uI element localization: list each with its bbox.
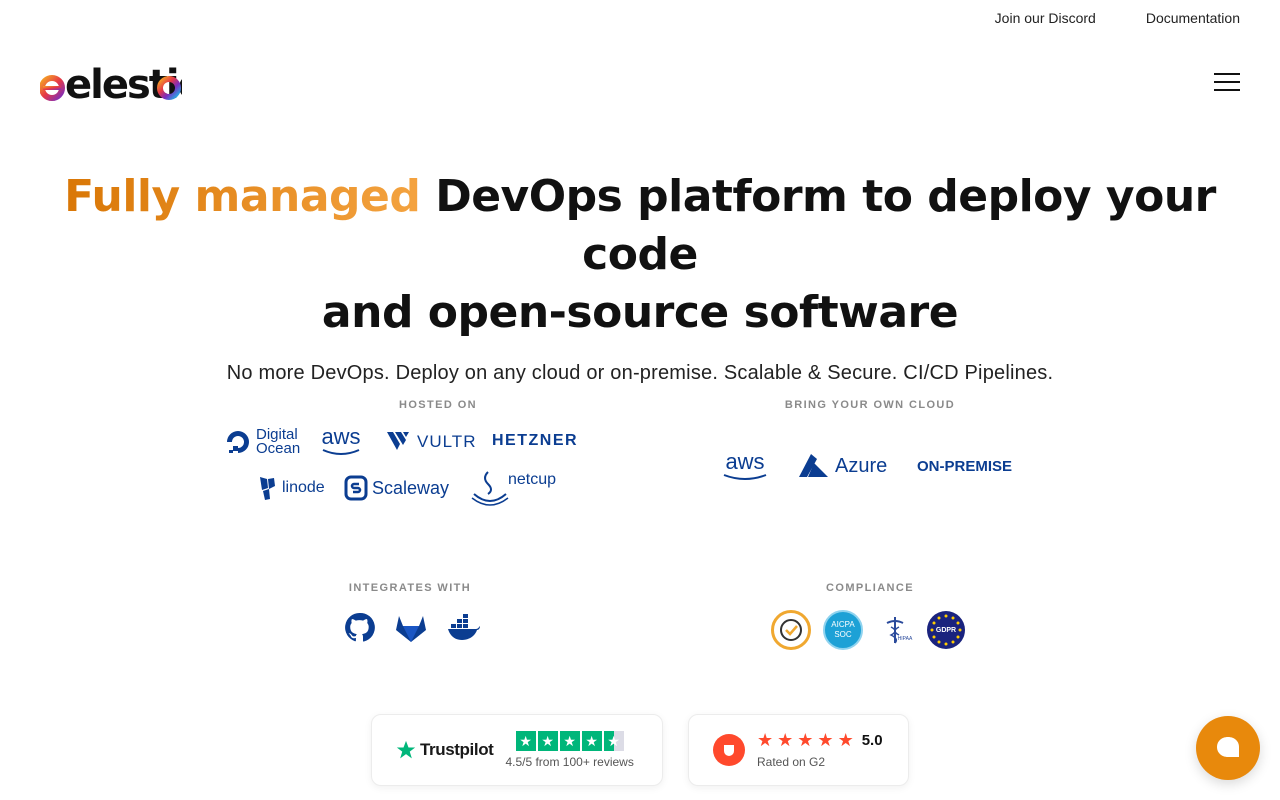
aws-byoc-logo: aws — [722, 451, 768, 481]
linode-icon — [260, 477, 275, 500]
hero-title-line2: and open-source software — [321, 287, 959, 338]
linode-logo: linode — [258, 475, 325, 501]
vultr-logo: VULTR — [387, 431, 476, 453]
scaleway-icon — [344, 475, 368, 501]
aicpa-soc-badge: AICPA SOC — [823, 610, 863, 650]
hipaa-badge: HIPAA — [875, 610, 915, 650]
hamburger-menu-icon[interactable] — [1214, 73, 1240, 91]
g2-score: 5.0 — [861, 731, 883, 749]
g2-caption: Rated on G2 — [757, 755, 826, 769]
docker-icon — [448, 613, 480, 640]
checkmark-icon — [780, 619, 802, 641]
netcup-logo: netcup — [470, 468, 556, 506]
digitalocean-icon — [227, 431, 249, 453]
digitalocean-logo: Digital Ocean — [224, 427, 301, 457]
integrates-with-label: INTEGRATES WITH — [348, 582, 472, 594]
aws-byoc-text: aws — [725, 449, 765, 474]
hero-section: Fully managed DevOps platform to deploy … — [0, 168, 1280, 385]
compliance-label: COMPLIANCE — [826, 582, 914, 594]
g2-logo-icon — [713, 734, 745, 766]
trustpilot-stars: ★ ★ ★ ★ ★ — [515, 731, 624, 751]
tp-star-icon: ★ — [581, 731, 602, 751]
site-header: elestio — [40, 56, 1240, 108]
tp-half-star-icon: ★ — [603, 731, 624, 751]
on-premise-text: ON-PREMISE — [917, 458, 1013, 475]
g2-review-card[interactable]: ★ ★ ★ ★ ★ 5.0 Rated on G2 — [688, 714, 909, 786]
netcup-icon — [471, 471, 509, 506]
gdpr-badge: GDPR — [927, 611, 965, 649]
trustpilot-logo: Trustpilot — [396, 740, 494, 760]
gdpr-text: GDPR — [935, 626, 957, 634]
scaleway-text: Scaleway — [372, 477, 450, 498]
hetzner-logo: HETZNER — [492, 432, 578, 450]
g2-star-icon: ★ — [757, 730, 774, 750]
trustpilot-review-card[interactable]: Trustpilot ★ ★ ★ ★ ★ 4.5/5 from 100+ rev… — [371, 714, 663, 786]
vultr-text: VULTR — [417, 432, 477, 451]
trustpilot-brand: Trustpilot — [420, 740, 494, 759]
chat-bubble-icon — [1217, 737, 1239, 757]
top-navigation: Join our Discord Documentation — [995, 0, 1240, 36]
on-premise-logo: ON-PREMISE — [917, 458, 1012, 475]
hipaa-text: HIPAA — [897, 636, 913, 642]
elestio-logo[interactable]: elestio — [40, 56, 182, 108]
join-discord-link[interactable]: Join our Discord — [995, 10, 1096, 26]
azure-logo: Azure — [797, 453, 887, 479]
bring-your-own-cloud-label: BRING YOUR OWN CLOUD — [784, 399, 956, 411]
aws-smile-icon — [322, 449, 360, 455]
g2-glyph-icon — [724, 745, 734, 756]
hetzner-text: HETZNER — [492, 432, 579, 449]
netcup-text: netcup — [508, 471, 557, 488]
documentation-link[interactable]: Documentation — [1146, 10, 1240, 26]
github-icon — [345, 612, 375, 642]
hero-title-accent: Fully managed — [64, 171, 421, 222]
g2-star-icon: ★ — [797, 730, 814, 750]
compliance-row: AICPA SOC HIPAA GDPR — [771, 610, 965, 650]
g2-star-icon: ★ — [837, 730, 854, 750]
gitlab-icon — [396, 615, 426, 642]
tp-star-icon: ★ — [515, 731, 536, 751]
azure-icon — [799, 454, 828, 477]
trustpilot-rating-text: 4.5/5 from 100+ reviews — [505, 755, 634, 769]
azure-text: Azure — [835, 454, 888, 477]
trustpilot-star-icon — [396, 740, 416, 759]
digitalocean-line2: Ocean — [256, 440, 301, 457]
aws-byoc-smile-icon — [723, 474, 767, 480]
soc-text: SOC — [834, 630, 852, 639]
tp-star-icon: ★ — [559, 731, 580, 751]
iso-certified-badge — [771, 610, 811, 650]
scaleway-logo: Scaleway — [344, 475, 449, 501]
vultr-icon — [387, 432, 409, 450]
linode-text: linode — [282, 479, 325, 496]
integrations-row — [344, 612, 481, 643]
hosted-on-label: HOSTED ON — [399, 399, 477, 411]
g2-stars: ★ ★ ★ ★ ★ — [757, 731, 854, 749]
aws-hosted-text: aws — [321, 424, 361, 449]
g2-star-icon: ★ — [777, 730, 794, 750]
tp-star-icon: ★ — [537, 731, 558, 751]
chat-widget-button[interactable] — [1196, 716, 1260, 780]
elestio-logo-icon: elestio — [40, 62, 182, 104]
hero-subtitle: No more DevOps. Deploy on any cloud or o… — [226, 362, 1054, 384]
hero-title: Fully managed DevOps platform to deploy … — [0, 168, 1280, 342]
aicpa-text: AICPA — [831, 620, 855, 629]
hero-title-rest: DevOps platform to deploy your code — [420, 171, 1216, 280]
g2-star-icon: ★ — [817, 730, 834, 750]
aws-hosted-logo: aws — [321, 426, 361, 456]
